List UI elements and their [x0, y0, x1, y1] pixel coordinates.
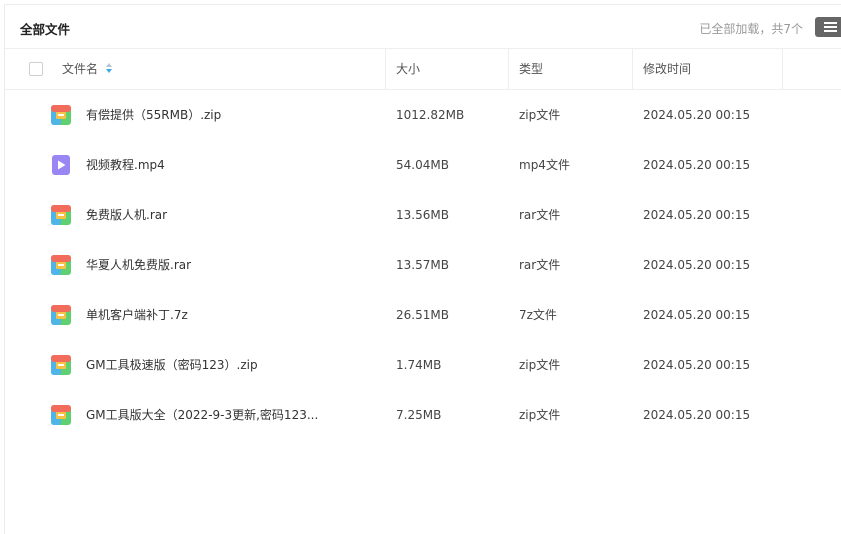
- table-header: 文件名 大小 类型 修改时间: [5, 48, 841, 90]
- file-type: rar文件: [519, 208, 561, 222]
- file-modified: 2024.05.20 00:15: [643, 358, 751, 372]
- column-header-type[interactable]: 类型: [519, 49, 543, 89]
- archive-icon: [51, 255, 71, 275]
- page-title: 全部文件: [20, 22, 71, 37]
- menu-icon: [824, 22, 837, 24]
- file-type: zip文件: [519, 358, 561, 372]
- archive-icon: [51, 105, 71, 125]
- file-size: 7.25MB: [396, 408, 442, 422]
- file-name[interactable]: 视频教程.mp4: [86, 140, 165, 190]
- column-divider[interactable]: [782, 49, 783, 89]
- file-type: mp4文件: [519, 158, 570, 172]
- archive-icon: [51, 205, 71, 225]
- list-view-button[interactable]: [815, 17, 841, 37]
- file-size: 13.57MB: [396, 258, 449, 272]
- file-type: zip文件: [519, 408, 561, 422]
- file-type: rar文件: [519, 258, 561, 272]
- column-header-name[interactable]: 文件名: [62, 49, 114, 89]
- column-divider[interactable]: [508, 49, 509, 89]
- column-header-modified[interactable]: 修改时间: [643, 49, 691, 89]
- archive-icon: [51, 305, 71, 325]
- file-type: zip文件: [519, 108, 561, 122]
- file-modified: 2024.05.20 00:15: [643, 208, 751, 222]
- file-modified: 2024.05.20 00:15: [643, 258, 751, 272]
- file-modified: 2024.05.20 00:15: [643, 308, 751, 322]
- select-all-checkbox[interactable]: [29, 62, 43, 76]
- file-size: 54.04MB: [396, 158, 449, 172]
- table-row[interactable]: 单机客户端补丁.7z 26.51MB 7z文件 2024.05.20 00:15: [5, 290, 841, 340]
- file-list-panel: 全部文件 已全部加载，共7个 文件名 大小 类型 修改时间 有偿提供（55RMB…: [4, 4, 841, 534]
- video-icon: [52, 155, 70, 175]
- file-modified: 2024.05.20 00:15: [643, 108, 751, 122]
- table-row[interactable]: GM工具版大全（2022-9-3更新,密码123... 7.25MB zip文件…: [5, 390, 841, 440]
- column-header-size[interactable]: 大小: [396, 49, 420, 89]
- file-size: 13.56MB: [396, 208, 449, 222]
- top-bar: 全部文件 已全部加载，共7个: [5, 5, 841, 49]
- table-row[interactable]: 有偿提供（55RMB）.zip 1012.82MB zip文件 2024.05.…: [5, 90, 841, 140]
- file-name[interactable]: GM工具极速版（密码123）.zip: [86, 340, 258, 390]
- table-row[interactable]: 华夏人机免费版.rar 13.57MB rar文件 2024.05.20 00:…: [5, 240, 841, 290]
- file-size: 1012.82MB: [396, 108, 465, 122]
- file-name[interactable]: 免费版人机.rar: [86, 190, 167, 240]
- table-row[interactable]: 免费版人机.rar 13.56MB rar文件 2024.05.20 00:15: [5, 190, 841, 240]
- archive-icon: [51, 355, 71, 375]
- sort-icon[interactable]: [106, 62, 114, 75]
- file-name[interactable]: 华夏人机免费版.rar: [86, 240, 191, 290]
- file-name[interactable]: 单机客户端补丁.7z: [86, 290, 188, 340]
- file-modified: 2024.05.20 00:15: [643, 408, 751, 422]
- table-row[interactable]: GM工具极速版（密码123）.zip 1.74MB zip文件 2024.05.…: [5, 340, 841, 390]
- column-divider[interactable]: [385, 49, 386, 89]
- file-size: 1.74MB: [396, 358, 442, 372]
- archive-icon: [51, 405, 71, 425]
- file-size: 26.51MB: [396, 308, 449, 322]
- load-status: 已全部加载，共7个: [699, 22, 803, 36]
- file-name[interactable]: GM工具版大全（2022-9-3更新,密码123...: [86, 390, 318, 440]
- column-divider[interactable]: [632, 49, 633, 89]
- table-row[interactable]: 视频教程.mp4 54.04MB mp4文件 2024.05.20 00:15: [5, 140, 841, 190]
- file-name[interactable]: 有偿提供（55RMB）.zip: [86, 90, 221, 140]
- file-type: 7z文件: [519, 308, 557, 322]
- file-modified: 2024.05.20 00:15: [643, 158, 751, 172]
